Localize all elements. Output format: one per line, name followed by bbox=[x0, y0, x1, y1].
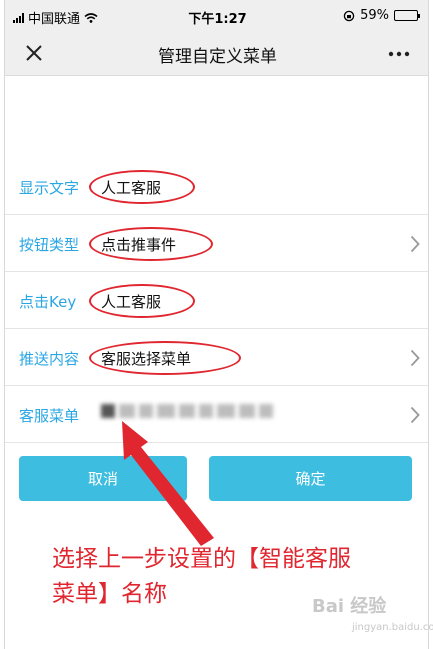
baidu-watermark: Bai 经验 jingyan.baidu.com bbox=[312, 586, 433, 642]
cancel-button[interactable]: 取消 bbox=[19, 456, 187, 501]
field-label: 推送内容 bbox=[19, 350, 80, 368]
battery-percent: 59% bbox=[360, 8, 389, 23]
watermark-url: jingyan.baidu.com bbox=[352, 622, 433, 633]
field-label: 显示文字 bbox=[19, 179, 80, 197]
form-row-button-type[interactable]: 按钮类型 点击推事件 bbox=[5, 215, 428, 272]
action-buttons: 取消 确定 bbox=[5, 456, 428, 502]
highlight-ellipse bbox=[89, 170, 195, 204]
menu-form: 显示文字 人工客服 按钮类型 点击推事件 点击Key 人工客服 推送内容 客服选… bbox=[5, 158, 428, 443]
more-icon[interactable] bbox=[388, 51, 410, 57]
field-label: 点击Key bbox=[19, 293, 77, 311]
chevron-right-icon[interactable] bbox=[410, 235, 420, 253]
form-row-service-menu[interactable]: 客服菜单 bbox=[5, 386, 428, 443]
field-label: 客服菜单 bbox=[19, 407, 80, 425]
form-row-display-text[interactable]: 显示文字 人工客服 bbox=[5, 158, 428, 215]
annotation-line-1: 选择上一步设置的【智能客服 bbox=[52, 546, 351, 572]
watermark-logo: Bai 经验 bbox=[312, 596, 387, 617]
highlight-ellipse bbox=[89, 341, 241, 375]
battery-icon bbox=[394, 10, 420, 21]
form-row-push-content[interactable]: 推送内容 客服选择菜单 bbox=[5, 329, 428, 386]
chevron-right-icon[interactable] bbox=[410, 406, 420, 424]
redacted-menu-name bbox=[101, 404, 273, 418]
highlight-ellipse bbox=[89, 227, 213, 261]
status-right: 59% bbox=[343, 8, 420, 23]
page-title: 管理自定义菜单 bbox=[158, 47, 277, 67]
rotation-lock-icon bbox=[343, 10, 355, 21]
status-bar: 中国联通 下午1:27 59% bbox=[5, 0, 428, 30]
chevron-right-icon[interactable] bbox=[410, 349, 420, 367]
highlight-ellipse bbox=[89, 284, 195, 318]
nav-bar: 管理自定义菜单 bbox=[5, 30, 428, 76]
confirm-button[interactable]: 确定 bbox=[209, 456, 412, 501]
form-row-click-key[interactable]: 点击Key 人工客服 bbox=[5, 272, 428, 329]
field-label: 按钮类型 bbox=[19, 236, 80, 254]
